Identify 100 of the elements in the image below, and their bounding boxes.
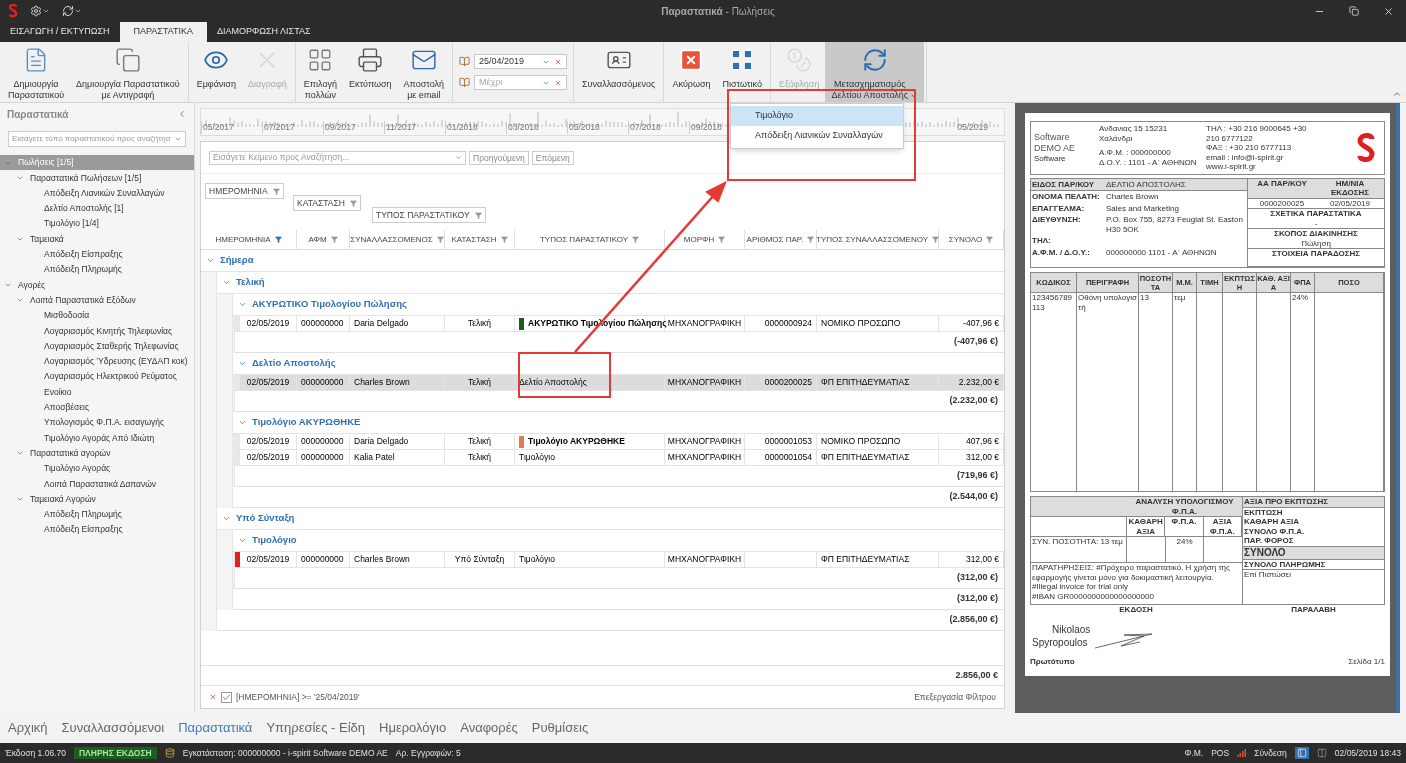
logo-icon[interactable] — [8, 4, 18, 18]
tree-item[interactable]: Τιμολόγιο Αγοράς Από Ιδιώτη — [0, 430, 194, 446]
tree-item[interactable]: Ταμειακά — [0, 231, 194, 247]
chevron-icon[interactable] — [222, 278, 231, 287]
table-row[interactable]: 02/05/2019 000000000 Kalia Patel Τελική Τιμολόγιο ΜΗΧΑΝΟΓΡΑΦΙΚΗ 0000001054 ΦΠ ΕΠΙΤΗΔΕΥΜΑΤΙΑΣ 312,00 € — [235, 450, 1004, 466]
nav-link[interactable]: Συναλλασσόμενοι — [61, 718, 165, 738]
ribbon-button[interactable]: Ακύρωση — [666, 42, 717, 102]
filter-icon[interactable] — [330, 236, 338, 243]
tree-item[interactable]: Λογαριασμός Κινητής Τηλεφωνίας — [0, 323, 194, 339]
connection-text[interactable]: Σύνδεση — [1254, 746, 1287, 760]
table-row[interactable]: 02/05/2019 000000000 Daria Delgado Τελική Τιμολόγιο ΑΚΥΡΩΘΗΚΕ ΜΗΧΑΝΟΓΡΑΦΙΚΗ 0000001053 ΝΟΜΙΚΟ ΠΡΟΣΩΠΟ 407,96 € — [235, 434, 1004, 450]
columns-icon[interactable] — [1316, 748, 1327, 758]
filter-icon[interactable] — [436, 236, 444, 243]
group-by-chip[interactable]: ΗΜΕΡΟΜΗΝΙΑ — [205, 183, 284, 199]
group-header[interactable]: Σήμερα — [201, 250, 1004, 272]
status-item[interactable]: Φ.Μ. — [1184, 746, 1204, 760]
filter-checkbox[interactable] — [221, 691, 232, 703]
clear-filter-icon[interactable] — [209, 693, 217, 701]
nav-link[interactable]: Ρυθμίσεις — [531, 718, 589, 738]
panel-icon[interactable] — [1294, 747, 1309, 759]
collapse-ribbon-icon[interactable] — [1392, 89, 1402, 99]
tree-item[interactable]: Τιμολόγιο Αγοράς — [0, 460, 194, 477]
ribbon-button[interactable]: Επιλογή πολλών — [297, 42, 343, 102]
date-field[interactable]: 25/04/2019 — [474, 54, 567, 69]
ribbon-tab[interactable]: ΔΙΑΜΟΡΦΩΣΗ ΛΙΣΤΑΣ — [207, 22, 321, 42]
chevron-icon[interactable] — [222, 514, 231, 523]
caret-icon[interactable] — [455, 154, 462, 161]
column-header[interactable]: ΣΥΝΑΛΛΑΣΣΟΜΕΝΟΣ — [350, 230, 445, 249]
ribbon-button[interactable]: Εκτύπωση — [342, 42, 398, 102]
tree-item[interactable]: Λογαριασμός Σταθερής Τηλεφωνίας — [0, 338, 194, 354]
filter-icon[interactable] — [807, 236, 815, 243]
tree-item[interactable]: Τιμολόγιο [1/4] — [0, 216, 194, 232]
chevron-icon[interactable] — [238, 359, 247, 368]
tree-item[interactable]: Αγορές — [0, 277, 194, 293]
tree-item[interactable]: Απόδειξη Πληρωμής — [0, 506, 194, 523]
ribbon-button[interactable]: Εμφάνιση — [190, 42, 242, 102]
nav-link[interactable]: Υπηρεσίες - Είδη — [266, 718, 365, 738]
nav-link[interactable]: Παραστατικά — [178, 718, 253, 738]
column-header[interactable]: ΑΡΙΘΜΟΣ ΠΑΡ. — [745, 230, 817, 249]
search-nav-button[interactable]: Επόμενη — [531, 150, 574, 165]
filter-icon[interactable] — [349, 199, 357, 207]
refresh-icon[interactable] — [62, 5, 82, 17]
tree-item[interactable]: Απόδειξη Λιανικών Συναλλαγών — [0, 185, 194, 201]
chevron-icon[interactable] — [238, 418, 247, 427]
chevron-icon[interactable] — [238, 300, 247, 309]
menu-item[interactable]: Τιμολόγιο — [731, 106, 903, 126]
filter-icon[interactable] — [632, 236, 640, 243]
column-header[interactable]: ΚΑΤΑΣΤΑΣΗ — [445, 230, 515, 249]
tree-item[interactable]: Ενοίκιο — [0, 384, 194, 400]
nav-link[interactable]: Αρχική — [8, 718, 48, 738]
clear-icon[interactable] — [554, 78, 562, 87]
filter-icon[interactable] — [272, 187, 280, 195]
search-nav-button[interactable]: Προηγούμενη — [469, 150, 529, 165]
restore-icon[interactable] — [1349, 6, 1359, 16]
tree-item[interactable]: Ταμειακά Αγορών — [0, 491, 194, 507]
collapse-icon[interactable] — [177, 109, 187, 119]
filter-icon[interactable] — [274, 236, 282, 243]
tree-item[interactable]: Απόδειξη Είσπραξης — [0, 522, 194, 538]
tree-item[interactable]: Απόδειξη Πληρωμής — [0, 262, 194, 278]
ribbon-button[interactable]: Δημιουργία Παραστατικού με Αντιγραφή — [70, 42, 186, 102]
tree-item[interactable]: Λοιπά Παραστατικά Εξόδων — [0, 292, 194, 308]
tree-item[interactable]: Αποσβέσεις — [0, 399, 194, 416]
filter-icon[interactable] — [500, 236, 508, 243]
tree-item[interactable]: Λοιπά Παραστατικά Δαπανών — [0, 476, 194, 492]
tree-item[interactable]: Λογαριασμός Ηλεκτρικού Ρεύματος — [0, 369, 194, 385]
ribbon-button[interactable]: Δημιουργία Παραστατικού — [2, 42, 71, 102]
tree-item[interactable]: Παραστατικά Πωλήσεων [1/5] — [0, 170, 194, 186]
column-header[interactable]: ΤΥΠΟΣ ΣΥΝΑΛΛΑΣΣΟΜΕΝΟΥ — [817, 230, 939, 249]
ribbon-button[interactable]: Συναλλασσόμενος — [576, 42, 662, 102]
ribbon-button[interactable]: Πιστωτικό — [716, 42, 768, 102]
filter-icon[interactable] — [932, 236, 939, 243]
group-header[interactable]: Υπό Σύνταξη — [217, 508, 1004, 530]
tree-item[interactable]: Μισθοδοσία — [0, 307, 194, 324]
nav-link[interactable]: Ημερολόγιο — [379, 718, 447, 738]
column-header[interactable]: ΤΥΠΟΣ ΠΑΡΑΣΤΑΤΙΚΟΥ — [515, 230, 665, 249]
ribbon-button[interactable]: Αποστολή με email — [397, 42, 450, 102]
ribbon-tab[interactable]: ΕΙΣΑΓΩΓΗ / ΕΚΤΥΠΩΣΗ — [0, 22, 120, 42]
caret-icon[interactable] — [174, 135, 182, 143]
chevron-icon[interactable] — [206, 256, 215, 265]
status-item[interactable]: POS — [1211, 746, 1230, 760]
tree-item[interactable]: Δελτίο Αποστολής [1] — [0, 200, 194, 217]
tree-item[interactable]: Απόδειξη Είσπραξης — [0, 246, 194, 263]
column-header[interactable]: ΣΥΝΟΛΟ — [939, 230, 1004, 249]
filter-icon[interactable] — [986, 236, 994, 243]
filter-icon[interactable] — [718, 236, 726, 243]
column-header[interactable]: ΜΟΡΦΗ — [665, 230, 745, 249]
ribbon-button[interactable]: Μετασχηματισμός Δελτίου Αποστολής — [825, 42, 925, 102]
ribbon-tab[interactable]: ΠΑΡΑΣΤΑΤΙΚΑ — [119, 22, 208, 42]
clear-icon[interactable] — [554, 57, 562, 66]
chevron-icon[interactable] — [238, 536, 247, 545]
table-row[interactable]: 02/05/2019 000000000 Charles Brown Τελική Δελτίο Αποστολής ΜΗΧΑΝΟΓΡΑΦΙΚΗ 0000200025 ΦΠ ΕΠΙΤΗΔΕΥΜΑΤΙΑΣ 2.232,00 € — [235, 375, 1004, 391]
tree-item[interactable]: Παραστατικά αγορών — [0, 445, 194, 461]
settings-icon[interactable] — [30, 5, 50, 17]
close-icon[interactable] — [1383, 5, 1394, 17]
column-header[interactable]: ΑΦΜ — [297, 230, 350, 249]
group-by-chip[interactable]: ΚΑΤΑΣΤΑΣΗ — [293, 195, 361, 211]
tree-item[interactable]: Υπολογισμός Φ.Π.Α. εισαγωγής — [0, 415, 194, 431]
table-row[interactable]: 02/05/2019 000000000 Charles Brown Υπό Σύνταξη Τιμολόγιο ΜΗΧΑΝΟΓΡΑΦΙΚΗ ΦΠ ΕΠΙΤΗΔΕΥΜΑΤΙΑΣ 312,00 € — [235, 552, 1004, 568]
group-by-chip[interactable]: ΤΥΠΟΣ ΠΑΡΑΣΤΑΤΙΚΟΥ — [372, 207, 486, 223]
tree-item[interactable]: Λογαριασμός Ύδρευσης (ΕΥΔΑΠ κοκ) — [0, 353, 194, 370]
